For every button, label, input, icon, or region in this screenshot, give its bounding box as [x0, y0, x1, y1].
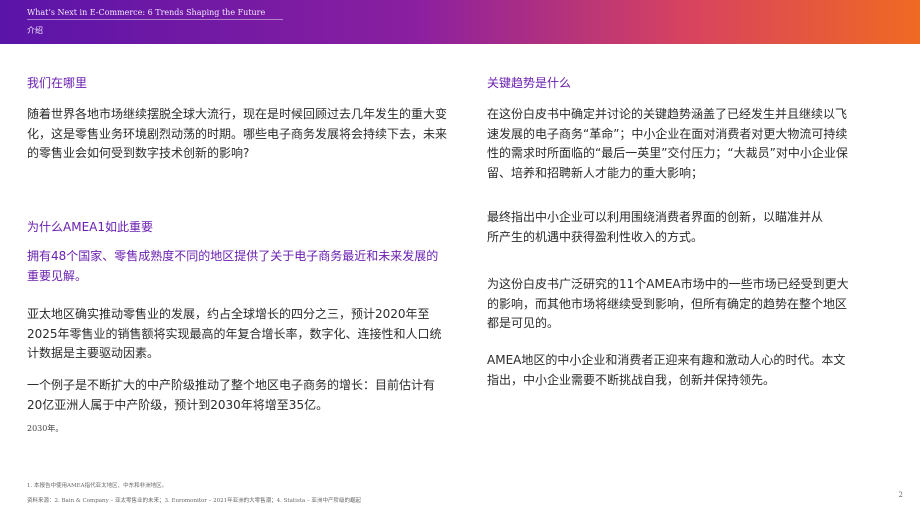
example-paragraph: 一个例子是不断扩大的中产阶级推动了整个地区电子商务的增长：目前估计有20亿亚洲人… [27, 378, 436, 412]
note-2030: 2030年。 [27, 424, 64, 433]
document-title: What’s Next in E-Commerce: 6 Trends Shap… [27, 8, 266, 17]
final-paragraph: 最终指出中小企业可以利用围绕消费者界面的创新，以瞄准并从所产生的机遇中获得盈利性… [487, 210, 824, 244]
trends-heading: 关键趋势是什么 [487, 76, 572, 90]
why-heading: 为什么AMEA1如此重要 [27, 220, 153, 234]
footnote-sources: 资料来源：2. Bain & Company – 亚太零售业的未来；3. Eur… [27, 498, 361, 504]
era-block: AMEA地区的中小企业和消费者正迎来有趣和激动人心的时代。本文指出，中小企业需要… [487, 351, 852, 390]
trends-section: 关键趋势是什么 [487, 74, 852, 91]
where-heading: 我们在哪里 [27, 76, 88, 90]
where-body: 随着世界各地市场继续摆脱全球大流行，现在是时候回顾过去几年发生的重大变化，这是零… [27, 105, 447, 164]
where-paragraph: 随着世界各地市场继续摆脱全球大流行，现在是时候回顾过去几年发生的重大变化，这是零… [27, 107, 448, 160]
header-banner: What’s Next in E-Commerce: 6 Trends Shap… [0, 0, 920, 44]
why-highlight-block: 拥有48个国家、零售成熟度不同的地区提供了关于电子商务最近和未来发展的重要见解。 [27, 247, 447, 286]
why-highlight-paragraph: 拥有48个国家、零售成熟度不同的地区提供了关于电子商务最近和未来发展的重要见解。 [27, 249, 439, 283]
trends-paragraph: 在这份白皮书中确定并讨论的关键趋势涵盖了已经发生并且继续以飞速发展的电子商务“革… [487, 107, 848, 180]
example-block: 一个例子是不断扩大的中产阶级推动了整个地区电子商务的增长：目前估计有20亿亚洲人… [27, 376, 447, 415]
page-number: 2 [898, 491, 903, 499]
growth-paragraph: 亚太地区确实推动零售业的发展，约占全球增长的四分之三，预计2020年至2025年… [27, 307, 442, 360]
trends-body: 在这份白皮书中确定并讨论的关键趋势涵盖了已经发生并且继续以飞速发展的电子商务“革… [487, 105, 852, 183]
where-section: 我们在哪里 [27, 74, 447, 91]
growth-block: 亚太地区确实推动零售业的发展，约占全球增长的四分之三，预计2020年至2025年… [27, 305, 447, 364]
final-block: 最终指出中小企业可以利用围绕消费者界面的创新，以瞄准并从所产生的机遇中获得盈利性… [487, 208, 827, 247]
research-block: 为这份白皮书广泛研究的11个AMEA市场中的一些市场已经受到更大的影响，而其他市… [487, 275, 852, 334]
era-paragraph: AMEA地区的中小企业和消费者正迎来有趣和激动人心的时代。本文指出，中小企业需要… [487, 353, 846, 387]
header-divider [27, 19, 283, 20]
research-paragraph: 为这份白皮书广泛研究的11个AMEA市场中的一些市场已经受到更大的影响，而其他市… [487, 277, 849, 330]
why-section: 为什么AMEA1如此重要 [27, 218, 447, 235]
section-label: 介绍 [27, 26, 43, 35]
footnote-amea: 1. 本报告中使用AMEA指代亚太地区、中东和非洲地区。 [27, 483, 168, 489]
